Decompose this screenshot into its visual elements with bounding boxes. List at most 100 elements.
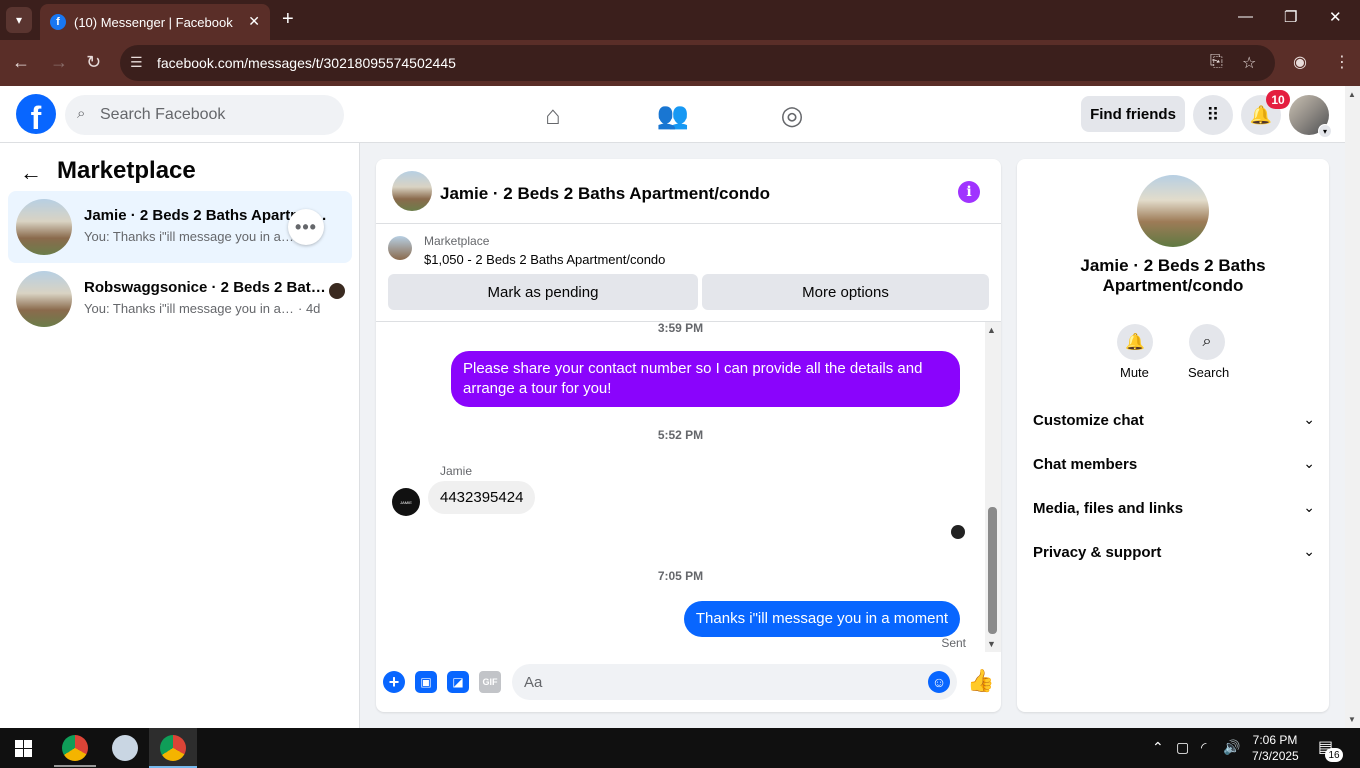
mute-label: Mute [1120,365,1149,380]
minimize-icon[interactable]: — [1238,8,1253,25]
tray-chevron-up-icon[interactable]: ⌃ [1152,739,1164,756]
chevron-down-icon: ⌄ [1303,543,1315,559]
friends-icon[interactable]: 👥 [656,98,690,132]
url-text: facebook.com/messages/t/3021809557450244… [157,55,456,71]
home-icon[interactable]: ⌂ [536,98,570,132]
address-bar[interactable]: ☰ facebook.com/messages/t/30218095574502… [120,45,1275,81]
network-icon[interactable]: ◜ [1201,739,1206,756]
reload-icon[interactable]: ↻ [86,52,101,73]
chat-listing-avatar[interactable] [392,171,432,211]
bookmark-star-icon[interactable]: ☆ [1242,53,1256,73]
sender-avatar[interactable]: JAMIE [392,488,420,516]
seen-avatar [951,525,965,539]
read-receipt-avatar [329,283,345,299]
conversation-item-robswaggsonice[interactable]: Robswaggsonice · 2 Beds 2 Baths Apartmen… [8,263,352,335]
search-icon: ⌕ [77,105,86,122]
scroll-down-icon[interactable]: ▼ [987,639,996,649]
message-input[interactable] [512,664,957,700]
listing-avatar-large[interactable] [1137,175,1209,247]
install-app-icon[interactable]: ⎘ [1210,53,1223,71]
section-label: Chat members [1033,456,1138,473]
volume-icon[interactable]: 🔊 [1223,739,1240,756]
tab-close-icon[interactable]: ✕ [248,13,260,30]
marketplace-label: Marketplace [424,234,490,248]
scroll-up-icon[interactable]: ▲ [987,325,996,335]
info-icon[interactable]: i [958,181,980,203]
chevron-down-icon: ⌄ [1303,455,1315,471]
conversation-name: Robswaggsonice · 2 Beds 2 Baths Apartmen… [84,279,334,296]
new-tab-icon[interactable]: + [282,8,294,31]
facebook-logo-icon[interactable]: f [16,94,56,134]
browser-menu-icon[interactable]: ⋮ [1334,52,1350,72]
facebook-header: f ⌕ Search Facebook ⌂ 👥 ◎ Find friends ⠿… [0,86,1345,143]
windows-taskbar: ⌃ ▢ ◜ 🔊 7:06 PM 7/3/2025 ▤ 16 [0,728,1360,768]
gif-icon[interactable]: GIF [479,671,501,693]
message-thread[interactable]: 3:59 PM Please share your contact number… [376,321,985,652]
clock-date: 7/3/2025 [1252,749,1299,763]
system-clock[interactable]: 7:06 PM 7/3/2025 [1252,732,1299,764]
profile-icon[interactable]: ◉ [1293,52,1307,72]
window-close-icon[interactable]: ✕ [1329,8,1342,26]
paint-app-icon[interactable] [112,735,138,761]
chat-title[interactable]: Jamie · 2 Beds 2 Baths Apartment/condo [440,184,770,204]
photo-icon[interactable]: ▣ [415,671,437,693]
scroll-down-icon[interactable]: ▼ [1348,715,1356,724]
chrome-profile-icon[interactable] [62,735,88,761]
customize-chat-section[interactable]: Customize chat ⌄ [1033,403,1315,439]
incoming-message[interactable]: 4432395424 [428,481,536,514]
chat-panel: Jamie · 2 Beds 2 Baths Apartment/condo i… [376,159,1001,712]
more-options-button[interactable]: More options [702,274,989,310]
mark-as-pending-button[interactable]: Mark as pending [388,274,698,310]
scroll-up-icon[interactable]: ▲ [1348,90,1356,99]
site-info-icon[interactable]: ☰ [130,54,143,71]
browser-toolbar: ← → ↻ ☰ facebook.com/messages/t/30218095… [0,40,1360,86]
windows-start-icon[interactable] [15,740,32,757]
search-icon[interactable]: ⌕ [1189,324,1225,360]
media-files-links-section[interactable]: Media, files and links ⌄ [1033,491,1315,527]
chat-members-section[interactable]: Chat members ⌄ [1033,447,1315,483]
section-label: Media, files and links [1033,500,1184,517]
sender-name: Jamie [440,464,473,478]
facebook-search[interactable]: ⌕ Search Facebook [65,95,344,135]
outgoing-message[interactable]: Please share your contact number so I ca… [451,351,960,407]
browser-tab-messenger[interactable]: f (10) Messenger | Facebook ✕ [40,4,270,40]
find-friends-button[interactable]: Find friends [1081,96,1185,132]
search-placeholder: Search Facebook [100,106,226,123]
section-label: Privacy & support [1033,544,1162,561]
forward-arrow-icon[interactable]: → [50,52,68,73]
chevron-down-icon: ⌄ [1303,499,1315,515]
scrollbar-thumb[interactable] [988,507,997,634]
emoji-icon[interactable]: ☺ [928,671,950,693]
mute-bell-icon[interactable]: 🔔 [1117,324,1153,360]
search-label: Search [1188,365,1230,380]
listing-title[interactable]: $1,050 - 2 Beds 2 Baths Apartment/condo [424,252,665,267]
chat-scrollbar[interactable]: ▲ ▼ [985,322,1001,652]
conversation-snippet: You: Thanks i"ill message you in a momen… [84,301,294,316]
plus-icon[interactable]: + [383,671,405,693]
maximize-icon[interactable]: ❐ [1284,8,1297,26]
menu-grid-icon[interactable]: ⠿ [1193,95,1233,135]
chevron-down-icon: ⌄ [1303,411,1315,427]
chrome-icon[interactable] [160,735,186,761]
timestamp: 7:05 PM [657,569,704,583]
outgoing-message[interactable]: Thanks i"ill message you in a moment [683,601,960,637]
marketplace-conversation-list: ← Marketplace Jamie · 2 Beds 2 Baths Apa… [0,143,360,728]
back-arrow-icon[interactable]: ← [12,52,30,73]
sticker-icon[interactable]: ◪ [447,671,469,693]
browser-tabbar: ▾ f (10) Messenger | Facebook ✕ + — ❐ ✕ [0,0,1360,40]
divider [376,223,1001,224]
groups-icon[interactable]: ◎ [775,98,809,132]
thumbs-up-icon[interactable]: 👍 [967,668,994,694]
account-avatar[interactable]: ▾ [1289,95,1332,138]
tab-search-icon[interactable]: ▾ [6,7,32,33]
page-scrollbar[interactable]: ▲ ▼ [1345,86,1360,728]
conversation-item-jamie[interactable]: Jamie · 2 Beds 2 Baths Apartment/condo Y… [8,191,352,263]
meet-now-icon[interactable]: ▢ [1176,739,1189,756]
timestamp: 5:52 PM [657,428,704,442]
app-running-indicator [54,765,96,767]
privacy-support-section[interactable]: Privacy & support ⌄ [1033,535,1315,571]
listing-thumbnail [16,199,72,255]
facebook-favicon-icon: f [50,14,66,30]
back-icon[interactable]: ← [20,160,42,186]
more-options-icon[interactable]: ••• [288,209,324,245]
